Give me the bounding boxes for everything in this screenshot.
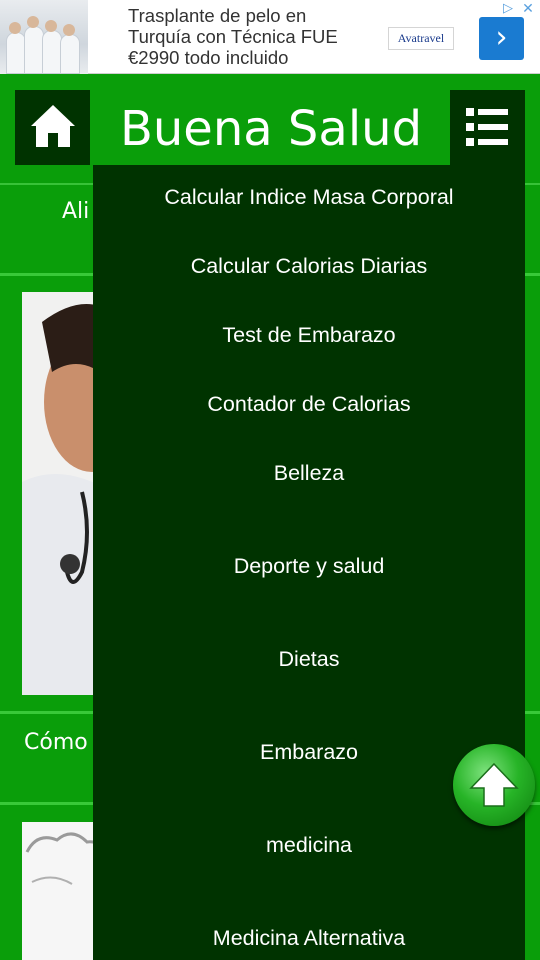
ad-line-2: Turquía con Técnica FUE xyxy=(128,26,338,47)
app-title: Buena Salud xyxy=(119,101,423,157)
list-item-title: Cómo xyxy=(24,730,88,755)
home-button[interactable] xyxy=(15,90,90,165)
ad-choices-icon[interactable]: ▷ xyxy=(500,1,516,17)
menu-button[interactable] xyxy=(450,90,525,165)
menu-item-medicina[interactable]: medicina xyxy=(93,833,525,858)
menu-item-deporte[interactable]: Deporte y salud xyxy=(93,554,525,579)
menu-item-dietas[interactable]: Dietas xyxy=(93,647,525,672)
list-item-title: Ali xyxy=(62,199,90,224)
ad-advertiser-logo: Avatravel xyxy=(388,27,454,50)
menu-item-imc[interactable]: Calcular Indice Masa Corporal xyxy=(93,185,525,210)
ad-open-button[interactable]: › xyxy=(479,17,524,60)
menu-item-calorias-diarias[interactable]: Calcular Calorias Diarias xyxy=(93,254,525,279)
ad-close-icon[interactable]: ✕ xyxy=(520,1,536,17)
menu-item-test-embarazo[interactable]: Test de Embarazo xyxy=(93,323,525,348)
home-icon xyxy=(31,105,75,147)
ad-headline[interactable]: Trasplante de pelo en Turquía con Técnic… xyxy=(128,5,373,68)
menu-item-medicina-alternativa[interactable]: Medicina Alternativa xyxy=(93,926,525,951)
menu-list-icon xyxy=(466,108,508,146)
menu-item-contador-calorias[interactable]: Contador de Calorias xyxy=(93,392,525,417)
ad-banner[interactable]: Trasplante de pelo en Turquía con Técnic… xyxy=(0,0,540,74)
ad-line-3: €2990 todo incluido xyxy=(128,47,289,68)
ad-image[interactable] xyxy=(0,0,88,74)
navigation-drawer: Calcular Indice Masa Corporal Calcular C… xyxy=(93,165,525,960)
scroll-top-button[interactable] xyxy=(453,744,535,826)
menu-item-belleza[interactable]: Belleza xyxy=(93,461,525,486)
arrow-up-icon xyxy=(469,762,519,807)
ad-line-1: Trasplante de pelo en xyxy=(128,5,307,26)
